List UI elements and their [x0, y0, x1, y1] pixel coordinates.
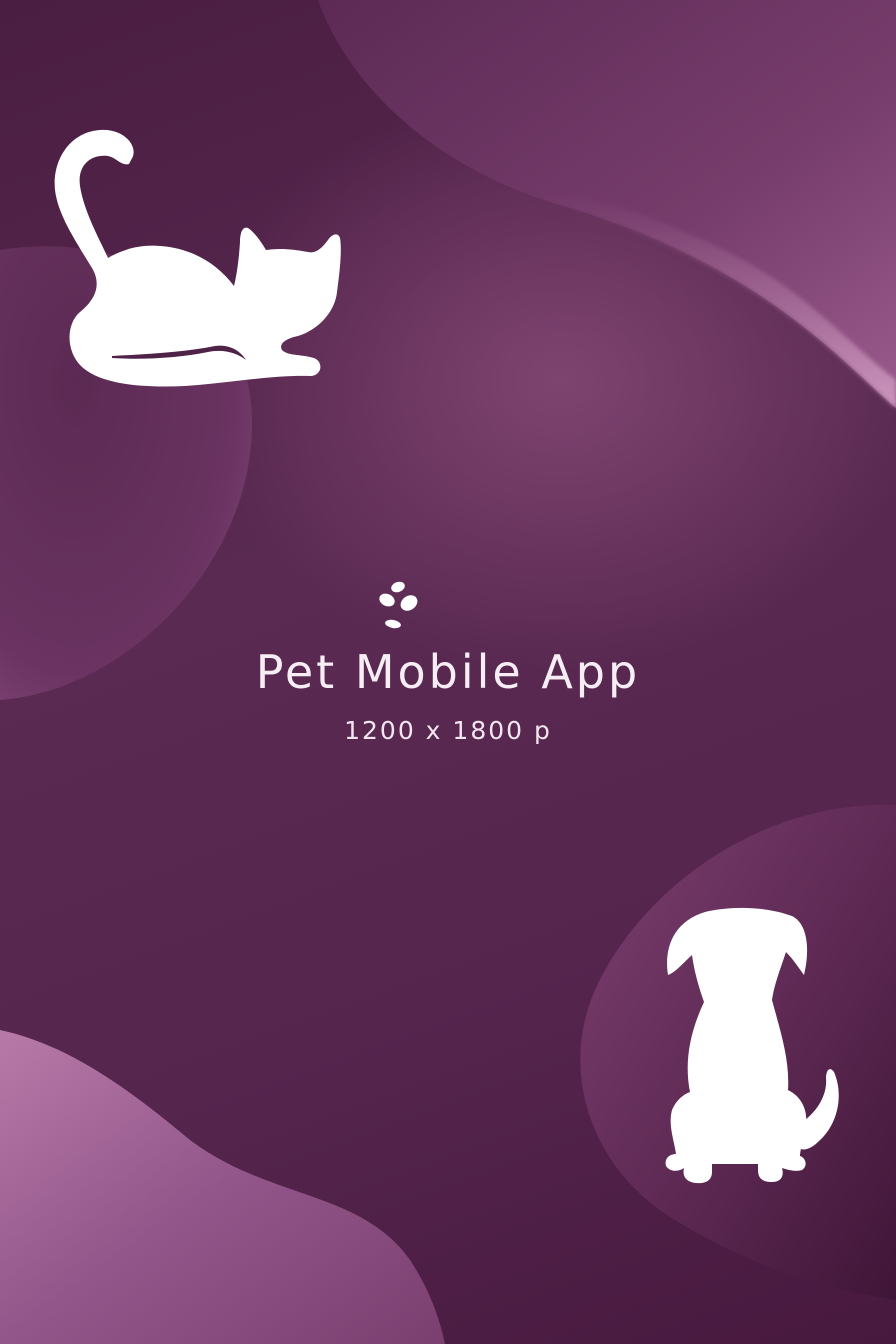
app-title: Pet Mobile App [255, 645, 641, 699]
paw-print-icon [379, 581, 418, 629]
title-block: Pet Mobile App 1200 x 1800 p [0, 575, 896, 747]
poster-canvas: Pet Mobile App 1200 x 1800 p [0, 0, 896, 1344]
dimensions-subtitle: 1200 x 1800 p [344, 716, 552, 745]
